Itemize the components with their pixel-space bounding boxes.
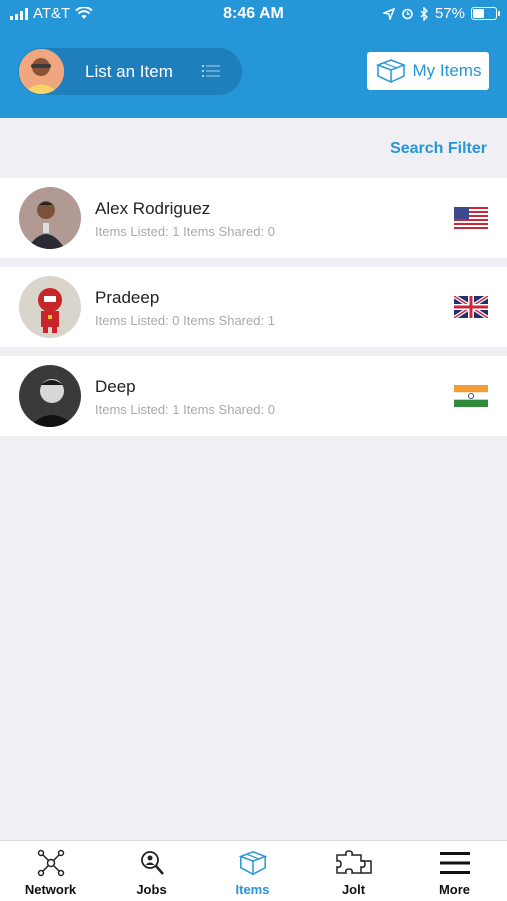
user-name: Pradeep [95,288,160,307]
bluetooth-icon [420,6,428,21]
tab-jolt[interactable]: Jolt [303,841,404,901]
list-icon [202,65,220,77]
user-name: Alex Rodriguez [95,199,211,218]
items-box-icon [238,850,267,876]
user-avatar [19,276,81,338]
battery-percent: 57% [434,5,465,22]
user-avatar [19,365,81,427]
tab-label: Items [235,882,270,897]
tab-label: Jobs [136,882,167,897]
filter-bar: Search Filter [0,118,507,178]
box-icon [375,59,406,83]
user-row[interactable]: Pradeep Items Listed: 0 Items Shared: 1 [0,267,507,347]
network-icon [37,849,64,877]
user-row[interactable]: Deep Items Listed: 1 Items Shared: 0 [0,356,507,436]
user-stats: Items Listed: 1 Items Shared: 0 [95,224,275,239]
my-items-label: My Items [412,61,482,80]
tab-more[interactable]: More [404,841,505,901]
tab-label: More [438,882,471,897]
list-an-item-label: List an Item [85,62,173,81]
user-avatar [19,49,64,94]
user-name: Deep [95,377,136,396]
status-bar: AT&T 8:46 AM 57% [0,0,507,28]
puzzle-icon [335,850,372,874]
alarm-icon [402,8,413,20]
tab-network[interactable]: Network [0,841,101,901]
jobs-search-icon [140,851,164,875]
flag-uk-icon [454,296,488,318]
status-right: 57% [382,5,500,22]
user-row[interactable]: Alex Rodriguez Items Listed: 1 Items Sha… [0,178,507,258]
search-filter-link[interactable]: Search Filter [390,140,487,158]
user-stats: Items Listed: 1 Items Shared: 0 [95,402,275,417]
battery-icon [471,7,500,20]
my-items-button[interactable]: My Items [367,52,489,90]
location-arrow-icon [382,7,395,20]
app-header: AT&T 8:46 AM 57% List an Item My Items [0,0,507,118]
hamburger-menu-icon [439,852,470,874]
tab-label: Network [24,882,77,897]
flag-us-icon [454,207,488,229]
user-stats: Items Listed: 0 Items Shared: 1 [95,313,275,328]
user-avatar [19,187,81,249]
tab-bar: Network Jobs Items Jolt More [0,840,507,901]
list-an-item-button[interactable]: List an Item [18,48,242,95]
tab-label: Jolt [341,882,366,897]
flag-india-icon [454,385,488,407]
tab-jobs[interactable]: Jobs [101,841,202,901]
tab-items[interactable]: Items [202,841,303,901]
